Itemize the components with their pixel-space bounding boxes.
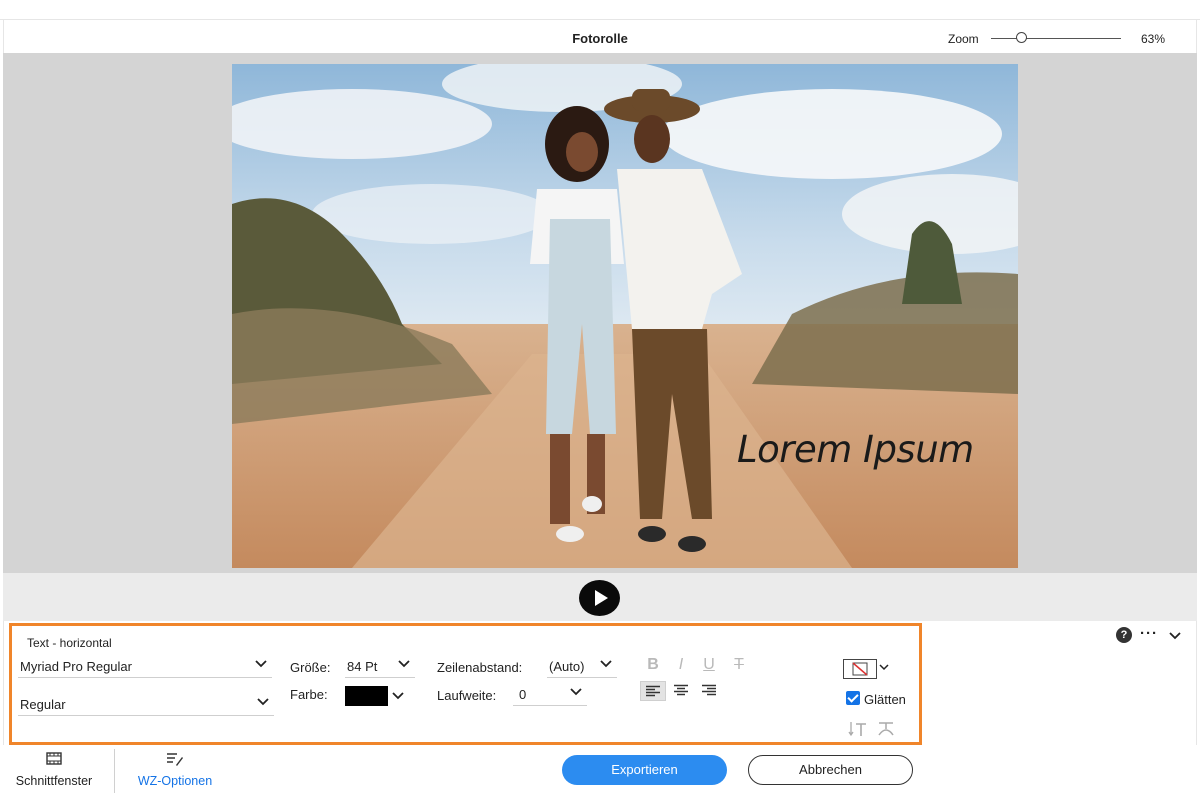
zoom-slider-thumb[interactable]: [1016, 32, 1027, 43]
tab-timeline[interactable]: Schnittfenster: [10, 751, 98, 793]
stroke-color-button[interactable]: [843, 659, 877, 679]
top-strip: [0, 0, 1200, 20]
font-family-dropdown[interactable]: Myriad Pro Regular: [18, 654, 272, 678]
bottom-bar: Schnittfenster WZ-Optionen Exportieren A…: [0, 745, 1200, 795]
tab-tool-options[interactable]: WZ-Optionen: [132, 751, 218, 793]
align-right-button[interactable]: [696, 681, 722, 701]
tab-divider: [114, 749, 115, 793]
align-right-icon: [702, 684, 716, 696]
size-label: Größe:: [290, 660, 331, 675]
chevron-down-icon[interactable]: [391, 688, 405, 702]
align-center-icon: [674, 684, 688, 696]
overlay-text[interactable]: Lorem Ipsum: [737, 428, 974, 471]
chevron-down-icon[interactable]: [1168, 629, 1182, 643]
app-window: Fotorolle Zoom 63% Lorem Ipsum Text - ho…: [0, 0, 1200, 795]
bold-button[interactable]: B: [642, 655, 664, 675]
title-bar: Fotorolle Zoom 63%: [3, 20, 1197, 53]
chevron-down-icon[interactable]: [878, 661, 890, 673]
font-style-dropdown[interactable]: Regular: [18, 692, 274, 716]
italic-button[interactable]: I: [670, 655, 692, 675]
photo-image: [232, 64, 1018, 568]
chevron-down-icon: [256, 694, 270, 708]
strikethrough-button[interactable]: T: [728, 655, 750, 675]
align-left-button[interactable]: [640, 681, 666, 701]
export-button[interactable]: Exportieren: [562, 755, 727, 785]
leading-label: Zeilenabstand:: [437, 660, 523, 675]
smooth-label: Glätten: [864, 692, 906, 707]
underline-button[interactable]: U: [698, 655, 720, 675]
preview-canvas: Lorem Ipsum: [3, 53, 1197, 573]
color-label: Farbe:: [290, 687, 328, 702]
tool-options-icon: [167, 753, 183, 766]
text-options-highlight: Text - horizontal Myriad Pro Regular Reg…: [9, 623, 922, 745]
font-family-value: Myriad Pro Regular: [20, 659, 132, 674]
photo-preview[interactable]: Lorem Ipsum: [232, 64, 1018, 568]
zoom-slider-track[interactable]: [991, 38, 1121, 39]
tracking-value: 0: [519, 687, 527, 702]
cancel-button[interactable]: Abbrechen: [748, 755, 913, 785]
zoom-label: Zoom: [948, 32, 979, 46]
align-center-button[interactable]: [668, 681, 694, 701]
chevron-down-icon: [254, 656, 268, 670]
tracking-dropdown[interactable]: 0: [513, 682, 587, 706]
tab-tool-options-label: WZ-Optionen: [137, 774, 213, 788]
chevron-down-icon: [599, 656, 613, 670]
tool-options-panel: Text - horizontal Myriad Pro Regular Reg…: [3, 621, 1197, 745]
help-icon[interactable]: ?: [1116, 627, 1132, 643]
size-dropdown[interactable]: 84 Pt: [345, 654, 415, 678]
zoom-value: 63%: [1141, 32, 1166, 46]
warp-text-icon[interactable]: [876, 720, 896, 738]
size-value: 84 Pt: [347, 659, 378, 674]
leading-value: (Auto): [549, 659, 585, 674]
tracking-label: Laufweite:: [437, 688, 497, 703]
no-stroke-icon: [852, 662, 868, 676]
filmstrip-icon: [46, 752, 62, 765]
leading-dropdown[interactable]: (Auto): [547, 654, 617, 678]
panel-actions: ? ···: [1116, 625, 1186, 645]
tab-timeline-label: Schnittfenster: [15, 774, 93, 788]
chevron-down-icon: [397, 656, 411, 670]
font-style-value: Regular: [20, 697, 66, 712]
chevron-down-icon: [569, 684, 583, 698]
play-icon[interactable]: [579, 580, 620, 616]
zoom-control: Zoom 63%: [936, 28, 1196, 50]
more-options-icon[interactable]: ···: [1140, 625, 1158, 642]
panel-title: Text - horizontal: [27, 636, 112, 650]
align-left-icon: [646, 685, 660, 697]
color-swatch[interactable]: [345, 686, 388, 706]
text-orientation-icon[interactable]: [848, 720, 868, 738]
smooth-checkbox[interactable]: [846, 691, 860, 705]
transport-bar: [3, 573, 1197, 621]
